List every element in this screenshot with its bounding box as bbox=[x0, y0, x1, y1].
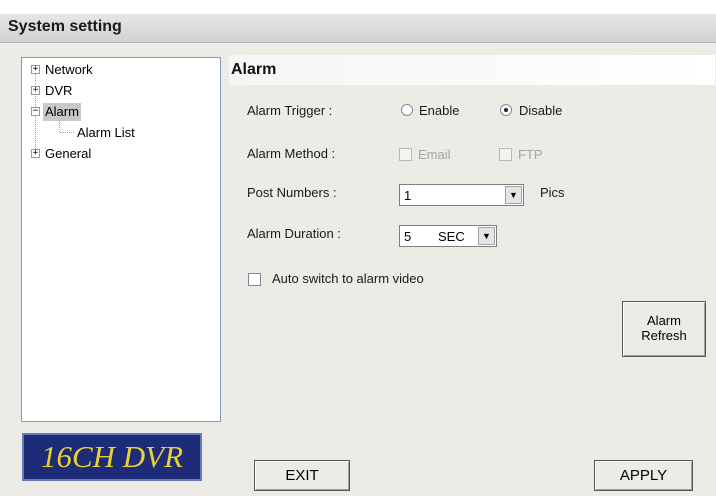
tree-guide-line bbox=[60, 132, 74, 133]
exit-button[interactable]: EXIT bbox=[254, 460, 350, 491]
alarm-duration-value: 5 bbox=[404, 229, 412, 244]
expand-icon[interactable]: + bbox=[31, 86, 40, 95]
apply-button[interactable]: APPLY bbox=[594, 460, 693, 491]
post-numbers-value: 1 bbox=[404, 188, 412, 203]
alarm-trigger-label: Alarm Trigger : bbox=[247, 103, 333, 118]
dropdown-arrow-icon[interactable]: ▼ bbox=[505, 186, 522, 204]
tree-guide-line bbox=[59, 120, 60, 132]
post-numbers-select[interactable]: 1 ▼ bbox=[399, 184, 524, 206]
email-checkbox-label: Email bbox=[418, 147, 451, 162]
alarm-duration-select[interactable]: 5 SEC ▼ bbox=[399, 225, 497, 247]
tree-item-label: DVR bbox=[45, 83, 73, 98]
post-numbers-label: Post Numbers : bbox=[247, 185, 337, 200]
auto-switch-label[interactable]: Auto switch to alarm video bbox=[272, 271, 424, 286]
top-strip bbox=[0, 0, 716, 14]
ftp-checkbox-label: FTP bbox=[518, 147, 543, 162]
panel-title: Alarm bbox=[229, 55, 715, 85]
alarm-duration-label: Alarm Duration : bbox=[247, 226, 341, 241]
alarm-refresh-line-1: Alarm bbox=[647, 313, 681, 328]
expand-icon[interactable]: + bbox=[31, 149, 40, 158]
tree-item-label: Network bbox=[45, 62, 93, 77]
disable-radio-label[interactable]: Disable bbox=[519, 103, 562, 118]
auto-switch-checkbox[interactable] bbox=[248, 273, 261, 286]
alarm-refresh-line-2: Refresh bbox=[641, 328, 687, 343]
radio-selected-dot bbox=[504, 108, 508, 112]
alarm-refresh-button[interactable]: Alarm Refresh bbox=[622, 301, 706, 357]
email-checkbox[interactable] bbox=[399, 148, 412, 161]
window-title: System setting bbox=[8, 18, 122, 35]
alarm-method-label: Alarm Method : bbox=[247, 146, 336, 161]
settings-tree: + Network + DVR − Alarm Alarm List + Gen… bbox=[21, 57, 221, 422]
ftp-checkbox[interactable] bbox=[499, 148, 512, 161]
alarm-duration-unit: SEC bbox=[438, 229, 465, 244]
collapse-icon[interactable]: − bbox=[31, 107, 40, 116]
expand-icon[interactable]: + bbox=[31, 65, 40, 74]
title-bar: System setting bbox=[0, 14, 716, 43]
tree-item-alarm-list[interactable]: Alarm List bbox=[77, 124, 135, 142]
dvr-logo: 16CH DVR bbox=[22, 433, 202, 481]
tree-item-label: General bbox=[45, 146, 92, 161]
disable-radio[interactable] bbox=[500, 104, 512, 116]
post-numbers-unit: Pics bbox=[540, 185, 565, 200]
tree-item-label: Alarm List bbox=[77, 125, 135, 140]
enable-radio-label[interactable]: Enable bbox=[419, 103, 459, 118]
tree-item-label: Alarm bbox=[43, 103, 81, 121]
enable-radio[interactable] bbox=[401, 104, 413, 116]
dropdown-arrow-icon[interactable]: ▼ bbox=[478, 227, 495, 245]
